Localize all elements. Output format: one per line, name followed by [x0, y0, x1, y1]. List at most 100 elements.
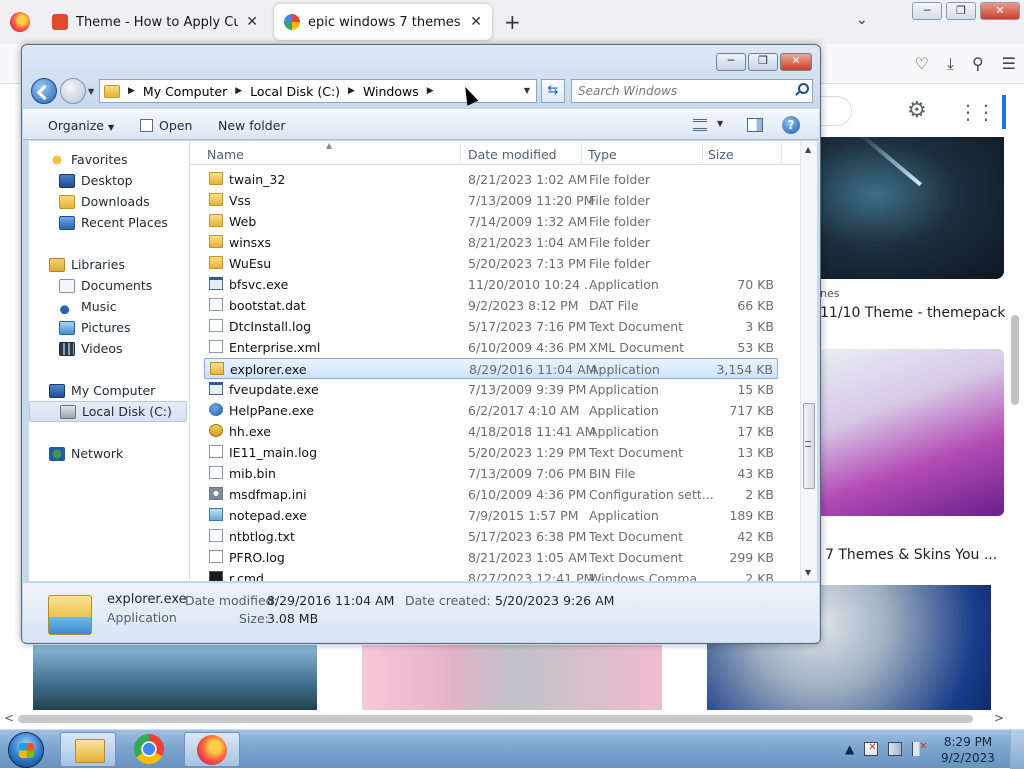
nav-desktop[interactable]: Desktop [29, 170, 187, 191]
taskbar-firefox-button[interactable] [184, 732, 240, 767]
column-name[interactable]: Name [207, 147, 244, 162]
taskbar-explorer-button[interactable] [60, 732, 116, 767]
show-desktop-button[interactable] [1010, 730, 1024, 769]
file-row[interactable]: msdfmap.ini 6/10/2009 4:36 PM Configuratio… [204, 484, 778, 505]
refresh-button[interactable]: ⇆ [541, 79, 565, 103]
scroll-thumb[interactable] [1011, 315, 1019, 405]
browser-tab-theme[interactable]: Theme - How to Apply Custom ✕ [42, 4, 268, 40]
nav-favorites[interactable]: Favorites [29, 149, 187, 170]
extensions-icon[interactable]: ⚲ [972, 54, 984, 74]
column-type[interactable]: Type [588, 147, 617, 162]
minimize-button[interactable]: ─ [716, 53, 746, 71]
file-row[interactable]: IE11_main.log 5/20/2023 1:29 PM Text Docum… [204, 442, 778, 463]
recent-pages-dropdown-icon[interactable]: ▼ [88, 87, 94, 96]
scroll-down-icon[interactable]: ▼ [805, 568, 811, 577]
change-view-icon[interactable] [693, 119, 707, 131]
file-row[interactable]: Enterprise.xml 6/10/2009 4:36 PM XML Docum… [204, 337, 778, 358]
file-row[interactable]: fveupdate.exe 7/13/2009 9:39 PM Applicatio… [204, 379, 778, 400]
file-row[interactable]: r.cmd 8/27/2023 12:41 PM Windows Comma... 2… [204, 568, 778, 581]
taskbar-chrome-button[interactable] [122, 732, 178, 767]
nav-documents[interactable]: Documents [29, 275, 187, 296]
preview-pane-icon[interactable] [747, 118, 763, 132]
nav-network[interactable]: Network [29, 443, 187, 464]
search-box[interactable] [571, 79, 813, 103]
file-row[interactable]: ntbtlog.txt 5/17/2023 6:38 PM Text Documen… [204, 526, 778, 547]
tab-close-icon[interactable]: ✕ [246, 14, 258, 30]
back-button[interactable] [31, 78, 57, 104]
image-result-laptop[interactable] [362, 645, 662, 710]
file-row[interactable]: hh.exe 4/18/2018 11:41 AM Application 17 KB [204, 421, 778, 442]
file-row[interactable]: HelpPane.exe 6/2/2017 4:10 AM Application 7… [204, 400, 778, 421]
file-row[interactable]: explorer.exe 8/29/2016 11:04 AM Applicatio… [204, 358, 778, 379]
browser-maximize-button[interactable]: ❐ [946, 2, 976, 20]
forward-button[interactable] [60, 78, 86, 104]
downloads-icon[interactable]: ⤓ [947, 54, 954, 74]
nav-my-computer[interactable]: My Computer [29, 380, 187, 401]
file-row[interactable]: mib.bin 7/13/2009 7:06 PM BIN File 43 KB [204, 463, 778, 484]
scroll-left-icon[interactable]: < [4, 711, 14, 725]
chevron-right-icon[interactable]: ▶ [348, 86, 355, 96]
clock[interactable]: 8:29 PM 9/2/2023 [938, 734, 998, 766]
network-status-icon[interactable] [888, 742, 903, 756]
help-icon[interactable]: ? [782, 116, 800, 134]
chevron-right-icon[interactable]: ▶ [427, 86, 434, 96]
file-row[interactable]: bfsvc.exe 11/20/2010 10:24 ... Application… [204, 274, 778, 295]
page-vertical-scrollbar[interactable] [1006, 85, 1024, 710]
file-row[interactable]: notepad.exe 7/9/2015 1:57 PM Application 18… [204, 505, 778, 526]
search-icon[interactable] [794, 83, 809, 97]
organize-menu[interactable]: Organize ▼ [48, 118, 114, 133]
nav-local-disk[interactable]: Local Disk (C:) [29, 401, 187, 422]
close-button[interactable]: ✕ [780, 53, 812, 71]
image-result-meteor[interactable] [820, 137, 1004, 279]
browser-tab-epic-themes[interactable]: epic windows 7 themes for cool ✕ [274, 4, 492, 40]
firefox-icon[interactable] [10, 12, 30, 32]
result-title-skins[interactable]: 7 Themes & Skins You ... [825, 547, 997, 563]
action-center-icon[interactable] [864, 742, 879, 756]
column-separator[interactable] [581, 143, 582, 163]
file-row[interactable]: twain_32 8/21/2023 1:02 AM File folder [204, 169, 778, 190]
column-separator[interactable] [702, 143, 703, 163]
pocket-icon[interactable]: ♡ [915, 54, 929, 74]
column-separator[interactable] [460, 143, 461, 163]
scroll-thumb[interactable] [18, 715, 973, 723]
nav-recent-places[interactable]: Recent Places [29, 212, 187, 233]
file-row[interactable]: WuEsu 5/20/2023 7:13 PM File folder [204, 253, 778, 274]
file-row[interactable]: Vss 7/13/2009 11:20 PM File folder [204, 190, 778, 211]
page-horizontal-scrollbar[interactable]: < > [0, 710, 1024, 728]
scroll-up-icon[interactable]: ▲ [805, 145, 811, 154]
column-separator[interactable] [781, 143, 782, 163]
search-input[interactable] [572, 80, 782, 102]
image-result-macos-theme[interactable] [820, 349, 1004, 516]
file-row[interactable]: Web 7/14/2009 1:32 AM File folder [204, 211, 778, 232]
result-title-themepack[interactable]: 11/10 Theme - themepack... [820, 305, 1019, 321]
volume-muted-icon[interactable] [912, 741, 928, 756]
menu-icon[interactable]: ☰ [1002, 54, 1016, 74]
show-hidden-icons-button[interactable]: ▲ [845, 742, 854, 756]
breadcrumb-windows[interactable]: Windows [363, 84, 419, 99]
breadcrumb-my-computer[interactable]: My Computer [143, 84, 227, 99]
breadcrumb-local-disk[interactable]: Local Disk (C:) [250, 84, 340, 99]
nav-music[interactable]: Music [29, 296, 187, 317]
browser-minimize-button[interactable]: ─ [912, 2, 942, 20]
nav-downloads[interactable]: Downloads [29, 191, 187, 212]
file-row[interactable]: winsxs 8/21/2023 1:04 AM File folder [204, 232, 778, 253]
new-tab-button[interactable]: + [504, 10, 521, 34]
chevron-right-icon[interactable]: ▶ [235, 86, 242, 96]
start-button[interactable] [8, 732, 44, 768]
new-folder-button[interactable]: New folder [218, 118, 286, 133]
column-date-modified[interactable]: Date modified [468, 147, 557, 162]
nav-videos[interactable]: Videos [29, 338, 187, 359]
maximize-button[interactable]: ❐ [748, 53, 778, 71]
list-all-tabs-button[interactable]: ⌄ [856, 12, 868, 28]
browser-close-button[interactable]: ✕ [980, 2, 1020, 20]
chevron-right-icon[interactable]: ▶ [128, 86, 135, 96]
nav-libraries[interactable]: Libraries [29, 254, 187, 275]
nav-pictures[interactable]: Pictures [29, 317, 187, 338]
search-field-edge[interactable] [818, 96, 852, 126]
scroll-right-icon[interactable]: > [994, 711, 1004, 725]
file-row[interactable]: PFRO.log 8/21/2023 1:05 AM Text Document 29… [204, 547, 778, 568]
views-dropdown-icon[interactable]: ▼ [717, 119, 723, 128]
address-dropdown-icon[interactable]: ▼ [524, 86, 530, 95]
tab-close-icon[interactable]: ✕ [470, 14, 482, 30]
settings-gear-icon[interactable]: ⚙ [907, 98, 927, 123]
